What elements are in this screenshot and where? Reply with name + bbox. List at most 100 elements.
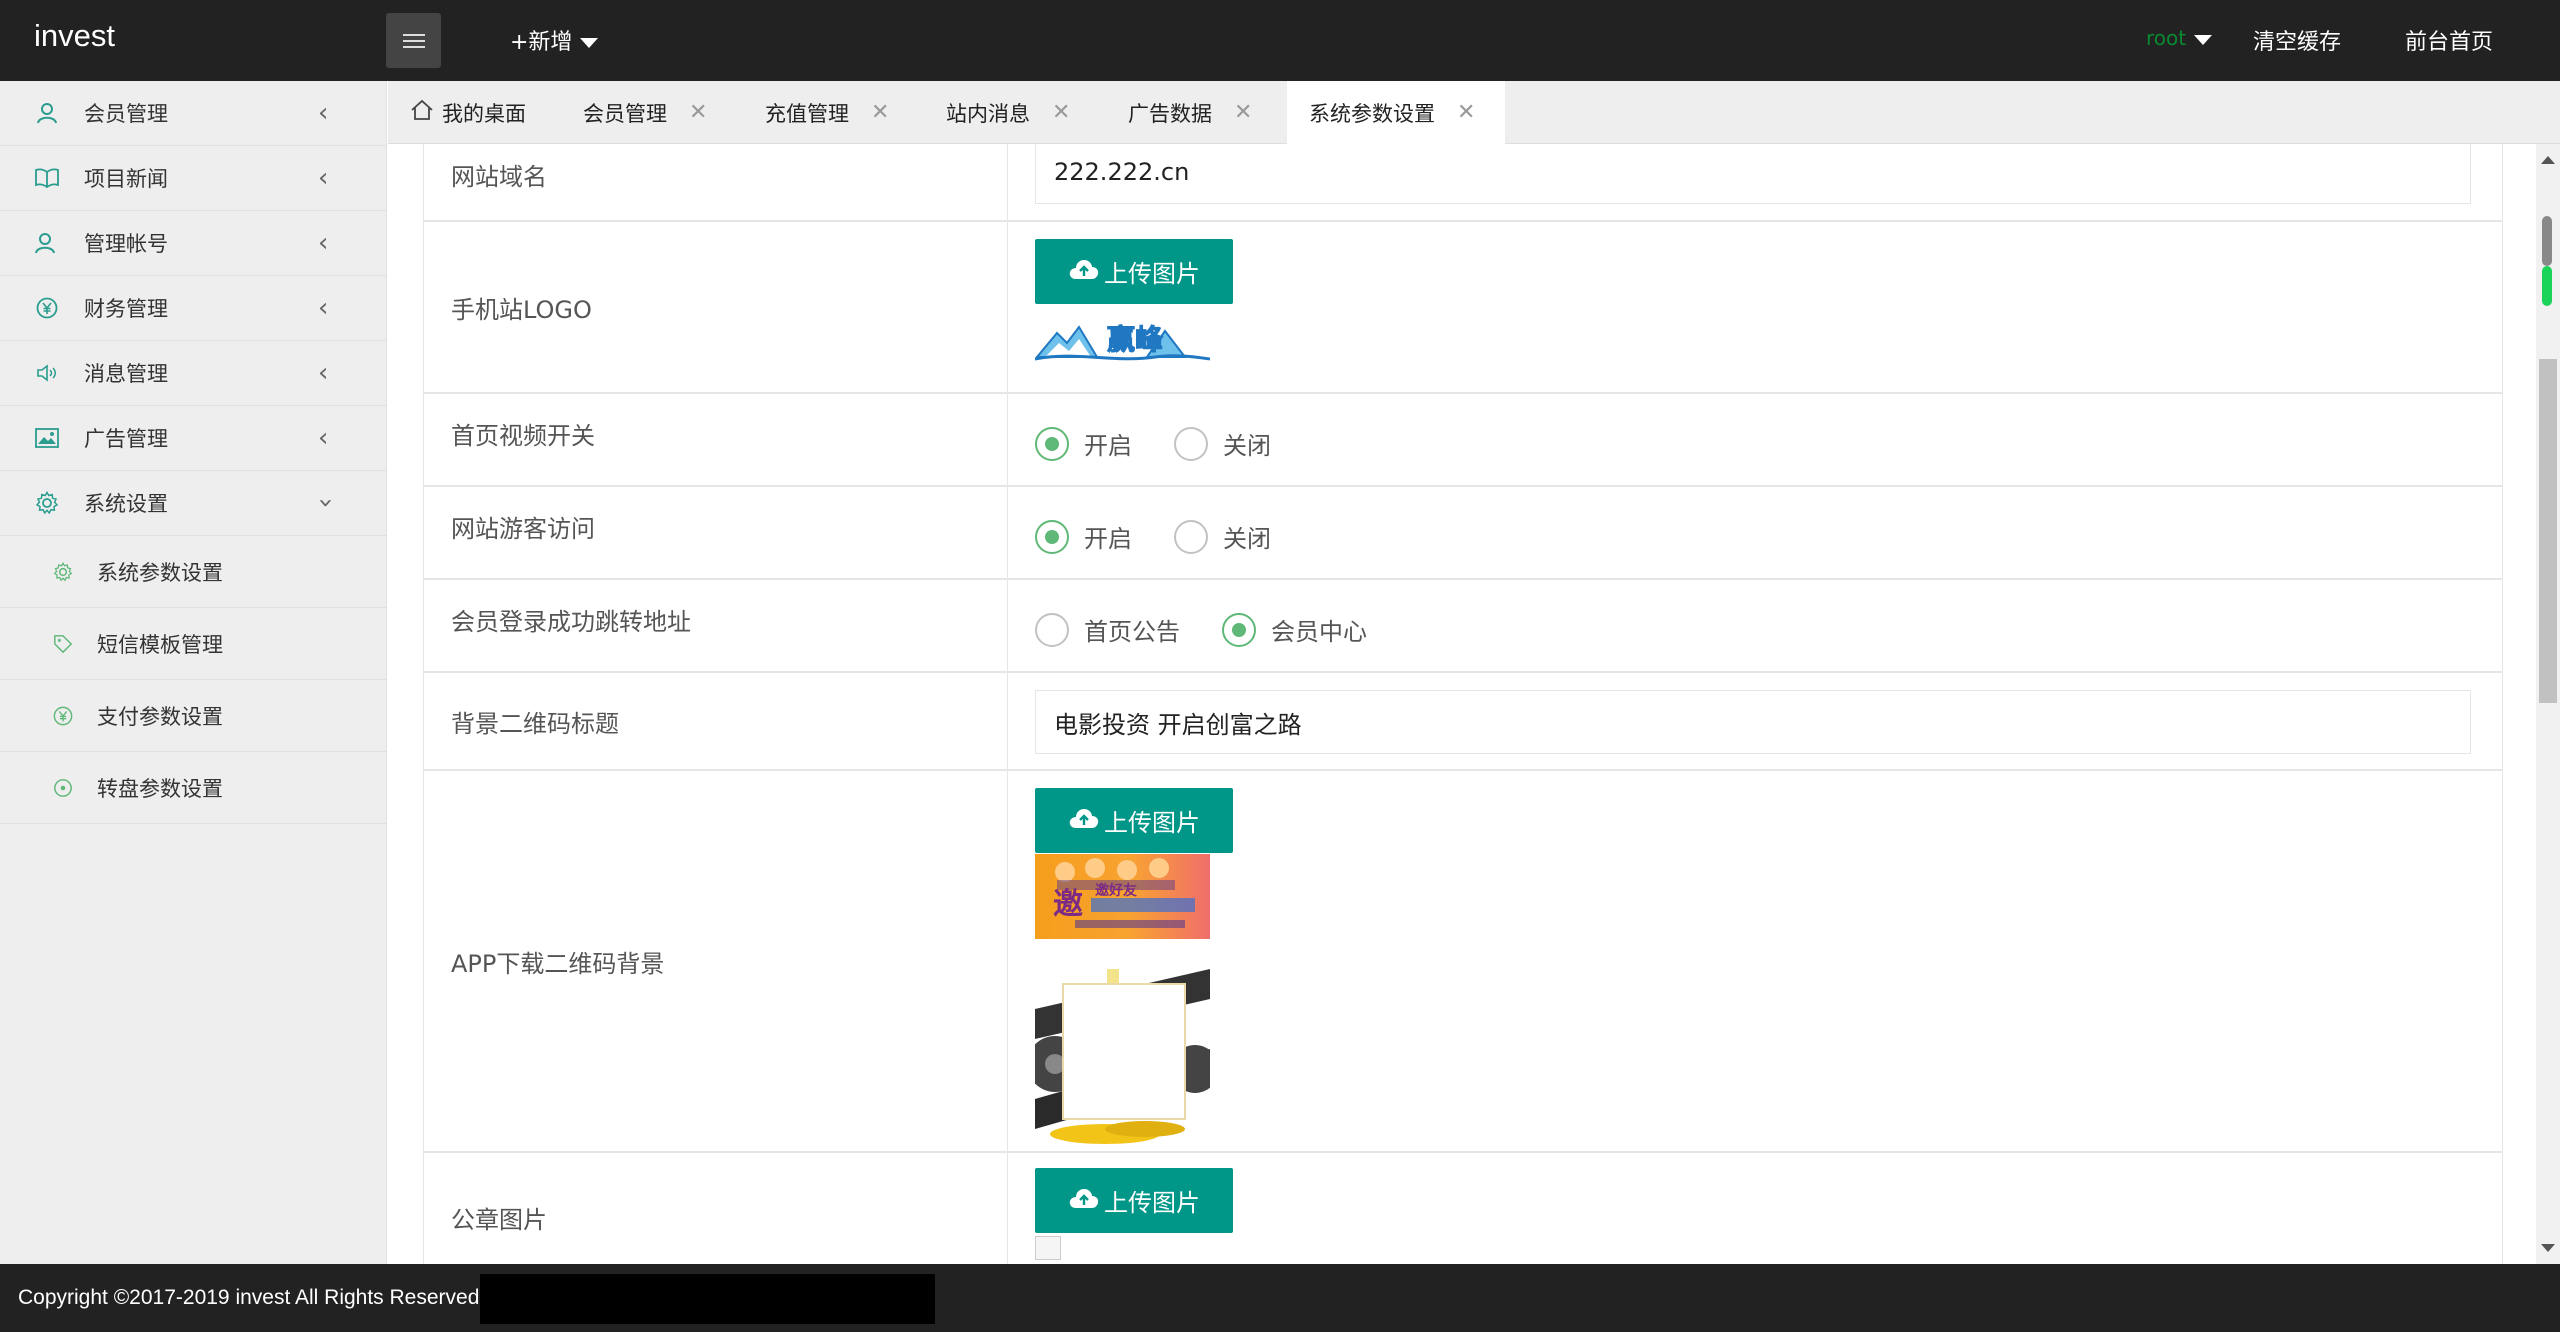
radio-label: 会员中心 <box>1271 618 1367 646</box>
clear-cache-link[interactable]: 清空缓存 <box>2253 24 2341 56</box>
invite-banner-image: 邀 邀好友 <box>1035 854 1210 939</box>
footer: Copyright ©2017-2019 invest All Rights R… <box>0 1264 2560 1332</box>
close-icon[interactable]: ✕ <box>1234 100 1252 125</box>
cloud-upload-icon <box>1068 1186 1100 1216</box>
scrollbar-thumb[interactable] <box>2539 359 2557 703</box>
content-scrollbar[interactable] <box>2536 144 2560 1264</box>
image-icon <box>34 425 60 451</box>
field-label: 网站游客访问 <box>424 487 1008 578</box>
field-value: 电影投资 开启创富之路 <box>1008 673 2502 769</box>
field-value: 222.222.cn <box>1008 144 2502 220</box>
sidebar-subitem-system-params[interactable]: 系统参数设置 <box>0 536 386 608</box>
sidebar-subitem-payment-params[interactable]: 支付参数设置 <box>0 680 386 752</box>
sidebar-subitem-label: 支付参数设置 <box>97 704 223 729</box>
radio-redirect-member-center[interactable]: 会员中心 <box>1222 612 1367 647</box>
field-label: 背景二维码标题 <box>424 673 1008 769</box>
radio-guest-off[interactable]: 关闭 <box>1174 519 1271 554</box>
sidebar-item-ads[interactable]: 广告管理 ‹ <box>0 406 386 471</box>
radio-checked-icon <box>1035 426 1069 461</box>
close-icon[interactable]: ✕ <box>1457 100 1475 125</box>
tab-label: 站内消息 <box>946 101 1030 126</box>
sidebar-item-label: 广告管理 <box>84 427 168 451</box>
sidebar-toggle-button[interactable] <box>386 13 441 68</box>
form-row-mobile-logo: 手机站LOGO 上传图片 赢峰 <box>423 222 2503 394</box>
radio-label: 关闭 <box>1223 525 1271 553</box>
sidebar-item-label: 会员管理 <box>84 102 168 126</box>
sidebar-item-news[interactable]: 项目新闻 ‹ <box>0 146 386 211</box>
field-label: 网站域名 <box>424 144 1008 220</box>
form-row-guest-access: 网站游客访问 开启 关闭 <box>423 487 2503 580</box>
yen-icon <box>52 705 74 727</box>
sidebar-item-system[interactable]: 系统设置 ‹ <box>0 471 386 536</box>
logo-preview-text: 赢峰 <box>1107 323 1163 356</box>
field-label: 公章图片 <box>424 1153 1008 1264</box>
banner-text: 邀好友 <box>1095 883 1137 899</box>
radio-video-on[interactable]: 开启 <box>1035 426 1132 461</box>
tab-system-params[interactable]: 系统参数设置 ✕ <box>1287 81 1505 144</box>
scroll-down-icon[interactable] <box>2541 1244 2555 1252</box>
user-menu[interactable]: root <box>2146 26 2213 50</box>
field-value: 首页公告 会员中心 <box>1008 580 2502 671</box>
cloud-upload-icon <box>1068 806 1100 836</box>
domain-input[interactable]: 222.222.cn <box>1035 144 2471 204</box>
sidebar-item-label: 财务管理 <box>84 297 168 321</box>
chevron-left-icon: ‹ <box>318 423 329 453</box>
tab-ad-data[interactable]: 广告数据 ✕ <box>1128 81 1252 144</box>
qr-title-input[interactable]: 电影投资 开启创富之路 <box>1035 690 2471 754</box>
app-logo[interactable]: invest <box>34 18 115 54</box>
sidebar-subitem-sms-templates[interactable]: 短信模板管理 <box>0 608 386 680</box>
radio-guest-on[interactable]: 开启 <box>1035 519 1132 554</box>
sidebar-subitem-label: 转盘参数设置 <box>97 776 223 801</box>
top-header: invest +新增 root 清空缓存 前台首页 <box>0 0 2560 81</box>
sidebar: 会员管理 ‹ 项目新闻 ‹ 管理帐号 ‹ 财务管理 ‹ 消息管理 ‹ 广告管理 … <box>0 81 387 1264</box>
username: root <box>2146 26 2187 50</box>
sidebar-subitem-wheel-params[interactable]: 转盘参数设置 <box>0 752 386 824</box>
radio-label: 关闭 <box>1223 432 1271 460</box>
caret-down-icon <box>2194 34 2213 45</box>
tab-bar: 我的桌面 会员管理 ✕ 充值管理 ✕ 站内消息 ✕ 广告数据 ✕ 系统参数设置 … <box>388 81 2560 144</box>
sidebar-item-members[interactable]: 会员管理 ‹ <box>0 81 386 146</box>
speaker-icon <box>34 360 60 386</box>
close-icon[interactable]: ✕ <box>871 100 889 125</box>
sidebar-item-accounts[interactable]: 管理帐号 ‹ <box>0 211 386 276</box>
book-icon <box>34 165 60 191</box>
field-value: 上传图片 赢峰 <box>1008 222 2502 392</box>
tab-desktop[interactable]: 我的桌面 <box>410 81 526 144</box>
sidebar-subitem-label: 短信模板管理 <box>97 632 223 657</box>
tab-site-messages[interactable]: 站内消息 ✕ <box>946 81 1070 144</box>
radio-video-off[interactable]: 关闭 <box>1174 426 1271 461</box>
tab-recharge[interactable]: 充值管理 ✕ <box>765 81 889 144</box>
home-icon <box>410 99 434 126</box>
field-label: 手机站LOGO <box>424 222 1008 392</box>
qr-background-image <box>1035 969 1210 1144</box>
upload-logo-button[interactable]: 上传图片 <box>1035 239 1233 304</box>
close-icon[interactable]: ✕ <box>689 100 707 125</box>
guest-access-radio-group: 开启 关闭 <box>1035 519 1313 554</box>
field-value: 上传图片 <box>1008 1153 2502 1264</box>
upload-seal-button[interactable]: 上传图片 <box>1035 1168 1233 1233</box>
sidebar-item-label: 管理帐号 <box>84 232 168 256</box>
chevron-left-icon: ‹ <box>318 228 329 258</box>
sidebar-item-label: 消息管理 <box>84 362 168 386</box>
scroll-up-icon[interactable] <box>2541 156 2555 164</box>
sidebar-item-finance[interactable]: 财务管理 ‹ <box>0 276 386 341</box>
new-label: +新增 <box>510 30 573 55</box>
chevron-left-icon: ‹ <box>318 293 329 323</box>
caret-down-icon <box>580 38 599 48</box>
sidebar-item-messages[interactable]: 消息管理 ‹ <box>0 341 386 406</box>
new-dropdown[interactable]: +新增 <box>510 24 599 56</box>
form-row-domain: 网站域名 222.222.cn <box>423 144 2503 222</box>
form-row-video-switch: 首页视频开关 开启 关闭 <box>423 394 2503 487</box>
upload-qr-bg-button[interactable]: 上传图片 <box>1035 788 1233 853</box>
field-value: 开启 关闭 <box>1008 487 2502 578</box>
close-icon[interactable]: ✕ <box>1052 100 1070 125</box>
broken-image-icon <box>1035 1236 1061 1260</box>
field-value: 开启 关闭 <box>1008 394 2502 485</box>
tab-members[interactable]: 会员管理 ✕ <box>583 81 707 144</box>
frontpage-link[interactable]: 前台首页 <box>2405 24 2493 56</box>
cloud-upload-icon <box>1068 257 1100 287</box>
radio-redirect-notice[interactable]: 首页公告 <box>1035 612 1180 647</box>
radio-label: 首页公告 <box>1084 618 1180 646</box>
tab-label: 广告数据 <box>1128 101 1212 126</box>
upload-label: 上传图片 <box>1104 260 1200 288</box>
